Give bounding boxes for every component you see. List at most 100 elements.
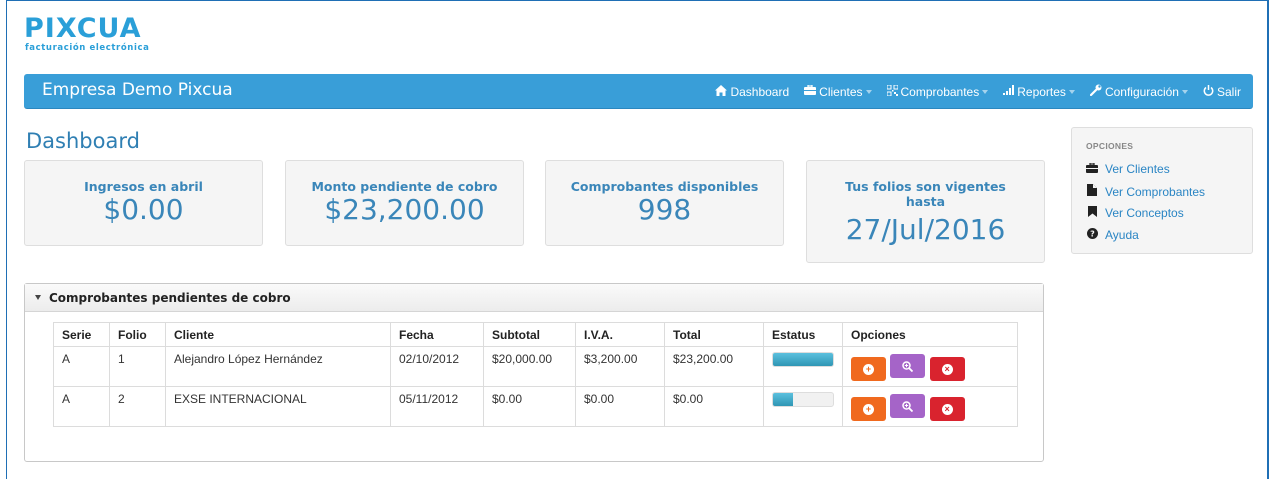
cancel-invoice-button[interactable]: × xyxy=(929,397,965,421)
power-icon xyxy=(1203,84,1214,99)
chevron-down-icon xyxy=(1068,89,1075,94)
sidebar-heading: OPCIONES xyxy=(1086,141,1134,151)
cell-total: $23,200.00 xyxy=(664,346,764,387)
collapse-caret-icon[interactable] xyxy=(35,295,41,300)
col-serie: Serie xyxy=(53,322,110,347)
sidebar-item-ver-conceptos[interactable]: Ver Conceptos xyxy=(1086,206,1184,220)
cell-subtotal: $20,000.00 xyxy=(483,346,576,387)
view-invoice-button[interactable] xyxy=(890,354,926,378)
zoom-in-icon xyxy=(902,360,914,372)
table-header-row: Serie Folio Cliente Fecha Subtotal I.V.A… xyxy=(53,322,1018,347)
cell-iva: $3,200.00 xyxy=(575,346,665,387)
cell-cliente: Alejandro López Hernández xyxy=(165,346,391,387)
panel-header[interactable]: Comprobantes pendientes de cobro xyxy=(25,284,1043,312)
stat-label: Comprobantes disponibles xyxy=(570,179,759,194)
table-row: A 1 Alejandro López Hernández 02/10/2012… xyxy=(53,346,1018,387)
sidebar-item-ayuda[interactable]: ? Ayuda xyxy=(1086,228,1139,242)
nav-comprobantes-label: Comprobantes xyxy=(900,84,980,99)
stat-ingresos: Ingresos en abril $0.00 xyxy=(24,160,263,246)
remove-circle-icon: × xyxy=(941,403,953,415)
top-navbar: Empresa Demo Pixcua Dashboard Clientes C… xyxy=(24,74,1253,109)
col-estatus: Estatus xyxy=(763,322,843,347)
question-circle-icon: ? xyxy=(1086,228,1098,242)
cell-folio: 1 xyxy=(109,346,166,387)
nav-reportes-label: Reportes xyxy=(1017,84,1066,99)
plus-circle-icon: + xyxy=(863,363,874,375)
cell-estatus xyxy=(763,346,843,387)
col-fecha: Fecha xyxy=(390,322,484,347)
main-nav: Dashboard Clientes Comprobantes Reportes xyxy=(700,74,1241,109)
progress-fill xyxy=(773,353,833,366)
table-row: A 2 EXSE INTERNACIONAL 05/11/2012 $0.00 … xyxy=(53,386,1018,427)
sidebar-item-ver-comprobantes[interactable]: Ver Comprobantes xyxy=(1086,184,1205,199)
stat-value: $0.00 xyxy=(103,193,184,226)
briefcase-icon xyxy=(1086,161,1098,176)
nav-clientes[interactable]: Clientes xyxy=(804,84,872,99)
chevron-down-icon xyxy=(982,89,989,94)
nav-configuracion-label: Configuración xyxy=(1104,84,1179,99)
sidebar-item-label: Ver Conceptos xyxy=(1105,206,1184,220)
options-sidebar: OPCIONES Ver Clientes Ver Comprobantes V… xyxy=(1071,127,1253,254)
company-brand[interactable]: Empresa Demo Pixcua xyxy=(42,80,233,100)
sidebar-item-label: Ayuda xyxy=(1105,228,1139,242)
stat-label: Tus folios son vigentes hasta xyxy=(845,179,1006,209)
logo-wordmark: PIXCUA xyxy=(24,13,142,44)
cell-folio: 2 xyxy=(109,386,166,427)
col-folio: Folio xyxy=(109,322,166,347)
status-progress-bar xyxy=(772,352,834,367)
add-payment-button[interactable]: + xyxy=(851,357,886,381)
col-iva: I.V.A. xyxy=(575,322,665,347)
briefcase-icon xyxy=(804,84,817,98)
plus-circle-icon: + xyxy=(863,403,874,415)
chevron-down-icon xyxy=(865,89,872,94)
cancel-invoice-button[interactable]: × xyxy=(929,357,965,381)
status-progress-bar xyxy=(772,392,834,407)
wrench-icon xyxy=(1089,84,1102,99)
col-cliente: Cliente xyxy=(165,322,391,347)
cell-iva: $0.00 xyxy=(575,386,665,427)
nav-clientes-label: Clientes xyxy=(819,84,863,99)
nav-reportes[interactable]: Reportes xyxy=(1003,85,1075,99)
col-opciones: Opciones xyxy=(842,322,1018,347)
stat-monto-pendiente: Monto pendiente de cobro $23,200.00 xyxy=(285,160,524,246)
signal-icon xyxy=(1003,85,1015,98)
stat-comprobantes-disponibles: Comprobantes disponibles 998 xyxy=(545,160,784,246)
qrcode-icon xyxy=(886,84,899,99)
cell-cliente: EXSE INTERNACIONAL xyxy=(165,386,391,427)
stat-value: 27/Jul/2016 xyxy=(845,213,1006,246)
nav-configuracion[interactable]: Configuración xyxy=(1089,84,1188,99)
sidebar-item-label: Ver Clientes xyxy=(1105,162,1170,176)
nav-comprobantes[interactable]: Comprobantes xyxy=(886,84,989,99)
cell-fecha: 05/11/2012 xyxy=(390,386,484,427)
bookmark-icon xyxy=(1086,206,1098,220)
sidebar-item-ver-clientes[interactable]: Ver Clientes xyxy=(1086,161,1170,176)
add-payment-button[interactable]: + xyxy=(851,397,886,421)
cell-serie: A xyxy=(53,386,110,427)
page-title: Dashboard xyxy=(26,129,140,153)
col-total: Total xyxy=(664,322,764,347)
cell-opciones: + × xyxy=(842,386,1018,427)
remove-circle-icon: × xyxy=(941,363,953,375)
zoom-in-icon xyxy=(902,400,914,412)
stat-value: $23,200.00 xyxy=(324,193,485,226)
stat-label: Monto pendiente de cobro xyxy=(311,179,498,194)
cell-serie: A xyxy=(53,346,110,387)
pixcua-logo[interactable]: PIXCUA facturación electrónica xyxy=(24,14,164,58)
panel-title: Comprobantes pendientes de cobro xyxy=(49,290,291,305)
pending-invoices-table: Serie Folio Cliente Fecha Subtotal I.V.A… xyxy=(53,322,1018,427)
chevron-down-icon xyxy=(1181,89,1188,94)
progress-fill xyxy=(773,393,793,406)
cell-opciones: + × xyxy=(842,346,1018,387)
nav-salir[interactable]: Salir xyxy=(1203,84,1241,99)
home-icon xyxy=(715,84,728,99)
cell-total: $0.00 xyxy=(664,386,764,427)
stat-folios-vigentes: Tus folios son vigentes hasta 27/Jul/201… xyxy=(806,160,1045,263)
view-invoice-button[interactable] xyxy=(890,394,926,418)
nav-dashboard[interactable]: Dashboard xyxy=(715,84,790,99)
nav-dashboard-label: Dashboard xyxy=(730,84,790,99)
pending-invoices-panel: Comprobantes pendientes de cobro Serie F… xyxy=(24,283,1044,462)
cell-fecha: 02/10/2012 xyxy=(390,346,484,387)
stat-label: Ingresos en abril xyxy=(84,179,203,194)
cell-subtotal: $0.00 xyxy=(483,386,576,427)
col-subtotal: Subtotal xyxy=(483,322,576,347)
